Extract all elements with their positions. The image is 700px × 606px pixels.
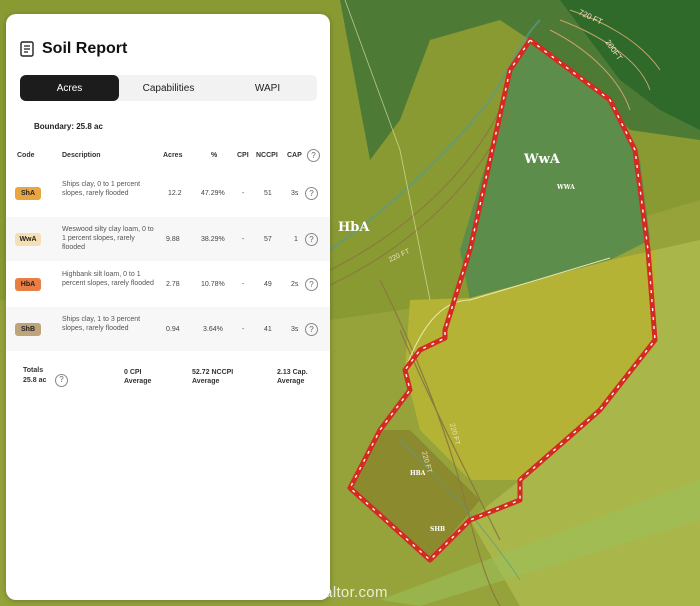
cpi-value: - [242,326,245,333]
map-label-hba-small: HBA [410,470,426,477]
table-row[interactable]: ShA Ships clay, 0 to 1 percent slopes, r… [6,172,330,216]
cap-value: 2s [291,281,299,288]
nccpi-value: 57 [264,236,272,243]
totals-nccpi-sub: Average [192,378,220,385]
tab-wapi[interactable]: WAPI [218,75,317,101]
acres-value: 2.78 [166,281,180,288]
acres-value: 12.2 [168,190,182,197]
cap-value: 1 [294,236,298,243]
col-percent: % [211,152,218,159]
totals-label: Totals [23,367,44,374]
totals-acres: 25.8 ac [23,377,47,384]
help-icon[interactable]: ? [307,149,320,162]
report-icon [20,41,34,57]
col-description: Description [62,152,101,159]
report-tabs: Acres Capabilities WAPI [20,75,317,101]
soil-code-badge: WwA [15,233,41,246]
cpi-value: - [242,281,245,288]
page-title: Soil Report [42,40,128,57]
acres-value: 0.94 [166,326,180,333]
nccpi-value: 49 [264,281,272,288]
map-label-hba: HbA [338,220,370,235]
percent-value: 47.29% [201,190,225,197]
nccpi-value: 51 [264,190,272,197]
soil-code-badge: ShA [15,187,41,200]
totals-cpi: 0 CPI [124,369,142,376]
map-label-wwa-small: WWA [557,184,575,191]
cap-value: 3s [291,326,299,333]
percent-value: 38.29% [201,236,225,243]
soil-report-panel: Soil Report Acres Capabilities WAPI Boun… [6,14,330,600]
soil-description: Highbank silt loam, 0 to 1 percent slope… [62,271,154,287]
panel-header: Soil Report [20,40,127,58]
totals-cap: 2.13 Cap. [277,369,308,376]
col-cap: CAP [287,152,302,159]
boundary-acres: Boundary: 25.8 ac [34,122,103,131]
soil-description: Weswood silty clay loam, 0 to 1 percent … [62,226,154,251]
percent-value: 3.64% [203,326,223,333]
cpi-value: - [242,236,245,243]
tab-capabilities[interactable]: Capabilities [119,75,218,101]
col-acres: Acres [163,152,183,159]
soil-code-badge: HbA [15,278,41,291]
help-icon[interactable]: ? [305,323,318,336]
soil-description: Ships clay, 0 to 1 percent slopes, rarel… [62,181,141,197]
col-code: Code [17,152,35,159]
help-icon[interactable]: ? [305,278,318,291]
acres-value: 9.88 [166,236,180,243]
percent-value: 10.78% [201,281,225,288]
watermark: bcsrealtor.com [286,584,388,601]
col-nccpi: NCCPI [256,152,278,159]
map-label-wwa: WwA [524,152,560,167]
soil-description: Ships clay, 1 to 3 percent slopes, rarel… [62,316,141,332]
cpi-value: - [242,190,245,197]
tab-acres[interactable]: Acres [20,75,119,101]
table-row[interactable]: WwA Weswood silty clay loam, 0 to 1 perc… [6,217,330,261]
map-label-shb-small: SHB [430,526,446,533]
table-row[interactable]: HbA Highbank silt loam, 0 to 1 percent s… [6,262,330,306]
col-cpi: CPI [237,152,249,159]
nccpi-value: 41 [264,326,272,333]
help-icon[interactable]: ? [305,187,318,200]
soil-code-badge: ShB [15,323,41,336]
totals-nccpi: 52.72 NCCPI [192,369,234,376]
table-row[interactable]: ShB Ships clay, 1 to 3 percent slopes, r… [6,307,330,351]
totals-cap-sub: Average [277,378,305,385]
cap-value: 3s [291,190,299,197]
totals-cpi-sub: Average [124,378,152,385]
help-icon[interactable]: ? [55,374,68,387]
help-icon[interactable]: ? [305,233,318,246]
